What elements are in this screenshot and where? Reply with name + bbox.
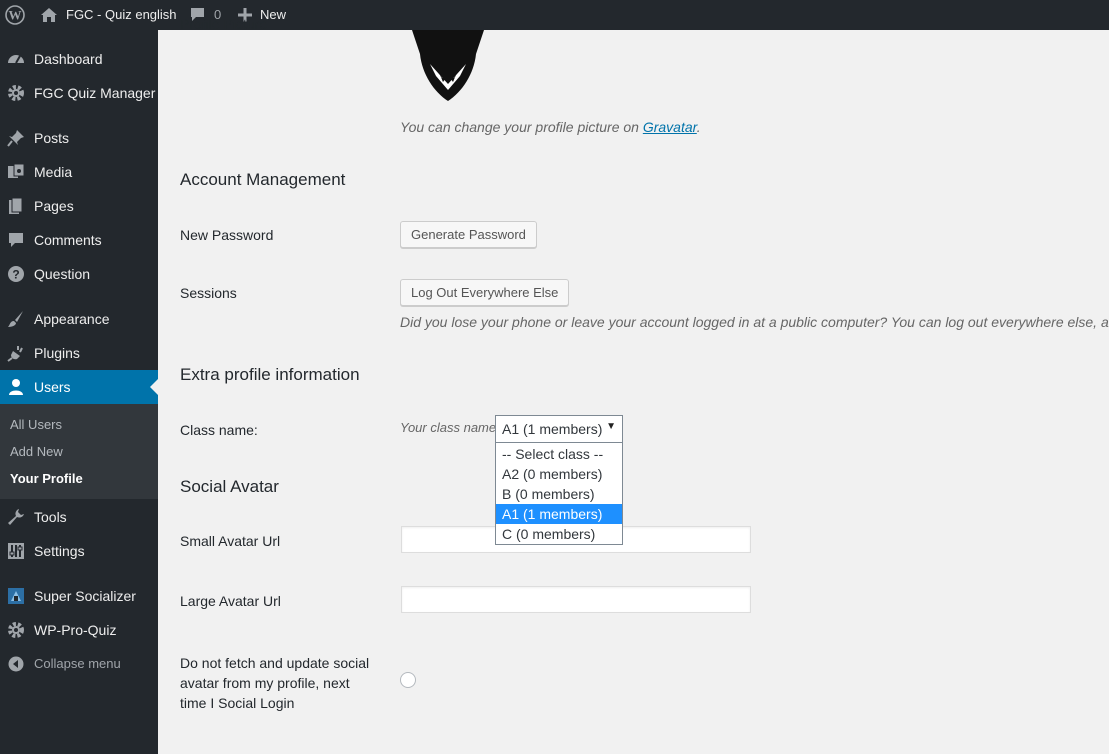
svg-text:?: ? — [12, 268, 19, 282]
site-name: FGC - Quiz english — [66, 7, 177, 22]
menu-comments[interactable]: Comments — [0, 223, 158, 257]
menu-tools[interactable]: Tools — [0, 500, 158, 534]
admin-bar: W FGC - Quiz english 0 New — [0, 0, 1109, 30]
pushpin-icon — [7, 129, 25, 147]
collapse-icon — [7, 655, 25, 673]
social-avatar-heading: Social Avatar — [180, 477, 279, 496]
menu-media[interactable]: Media — [0, 155, 158, 189]
profile-picture-description: You can change your profile picture on G… — [400, 119, 701, 135]
collapse-menu-button[interactable]: Collapse menu — [0, 647, 158, 681]
menu-settings[interactable]: Settings — [0, 534, 158, 568]
gravatar-link[interactable]: Gravatar — [643, 119, 697, 135]
submenu-your-profile[interactable]: Your Profile — [10, 470, 83, 488]
menu-plugins[interactable]: Plugins — [0, 336, 158, 370]
menu-dashboard[interactable]: Dashboard — [0, 42, 158, 76]
no-fetch-avatar-label: Do not fetch and update social avatar fr… — [180, 655, 370, 711]
menu-question[interactable]: ? Question — [0, 257, 158, 291]
media-icon — [7, 163, 25, 181]
submenu-add-new[interactable]: Add New — [10, 443, 63, 461]
wordpress-logo-icon[interactable]: W — [5, 0, 25, 30]
class-name-label: Class name: — [180, 422, 258, 438]
wrench-icon — [7, 508, 25, 526]
large-avatar-url-input[interactable] — [401, 586, 751, 613]
comment-icon — [7, 231, 25, 249]
class-select-dropdown: -- Select class -- A2 (0 members) B (0 m… — [495, 443, 623, 545]
submenu-all-users[interactable]: All Users — [10, 416, 62, 434]
plug-icon — [7, 344, 25, 362]
class-option-a2[interactable]: A2 (0 members) — [496, 464, 622, 484]
menu-users[interactable]: Users — [0, 370, 158, 404]
generate-password-button[interactable]: Generate Password — [400, 221, 537, 248]
class-option-a1[interactable]: A1 (1 members) — [496, 504, 622, 524]
dashboard-icon — [7, 50, 25, 68]
menu-fgc-quiz-manager[interactable]: FGC Quiz Manager — [0, 76, 158, 110]
sessions-description: Did you lose your phone or leave your ac… — [400, 314, 1109, 330]
log-out-everywhere-button[interactable]: Log Out Everywhere Else — [400, 279, 570, 306]
gear-icon — [7, 621, 25, 639]
small-avatar-url-label: Small Avatar Url — [180, 533, 281, 549]
home-icon — [40, 7, 58, 23]
question-icon: ? — [7, 265, 25, 283]
menu-appearance[interactable]: Appearance — [0, 302, 158, 336]
users-submenu: All Users Add New Your Profile — [0, 404, 158, 499]
menu-super-socializer[interactable]: Super Socializer — [0, 579, 158, 613]
gear-icon — [7, 84, 25, 102]
profile-picture-label: Profile Picture — [180, 16, 268, 32]
settings-icon — [7, 542, 25, 560]
avatar — [408, 30, 488, 102]
menu-pages[interactable]: Pages — [0, 189, 158, 223]
svg-text:W: W — [9, 8, 22, 23]
menu-wp-pro-quiz[interactable]: WP-Pro-Quiz — [0, 613, 158, 647]
new-password-label: New Password — [180, 227, 274, 243]
class-option-b[interactable]: B (0 members) — [496, 484, 622, 504]
large-avatar-url-label: Large Avatar Url — [180, 593, 281, 609]
main-content: Profile Picture You can change your prof… — [158, 16, 1109, 754]
class-option-c[interactable]: C (0 members) — [496, 524, 622, 544]
class-name-select[interactable]: A1 (1 members) ▼ — [495, 415, 623, 443]
admin-sidebar: Dashboard FGC Quiz Manager Posts Media P… — [0, 30, 158, 754]
user-icon — [7, 378, 25, 396]
extra-profile-heading: Extra profile information — [180, 365, 360, 384]
menu-posts[interactable]: Posts — [0, 121, 158, 155]
pages-icon — [7, 197, 25, 215]
dropdown-arrow-icon: ▼ — [606, 421, 616, 432]
brush-icon — [7, 310, 25, 328]
class-option-select[interactable]: -- Select class -- — [496, 444, 622, 464]
class-name-description: Your class name. — [400, 420, 500, 435]
no-fetch-avatar-checkbox[interactable] — [400, 672, 416, 688]
site-home-link[interactable]: FGC - Quiz english — [40, 0, 177, 30]
class-select-value: A1 (1 members) — [502, 421, 603, 437]
super-socializer-icon — [7, 587, 25, 605]
account-management-heading: Account Management — [180, 170, 346, 189]
sessions-label: Sessions — [180, 285, 237, 301]
